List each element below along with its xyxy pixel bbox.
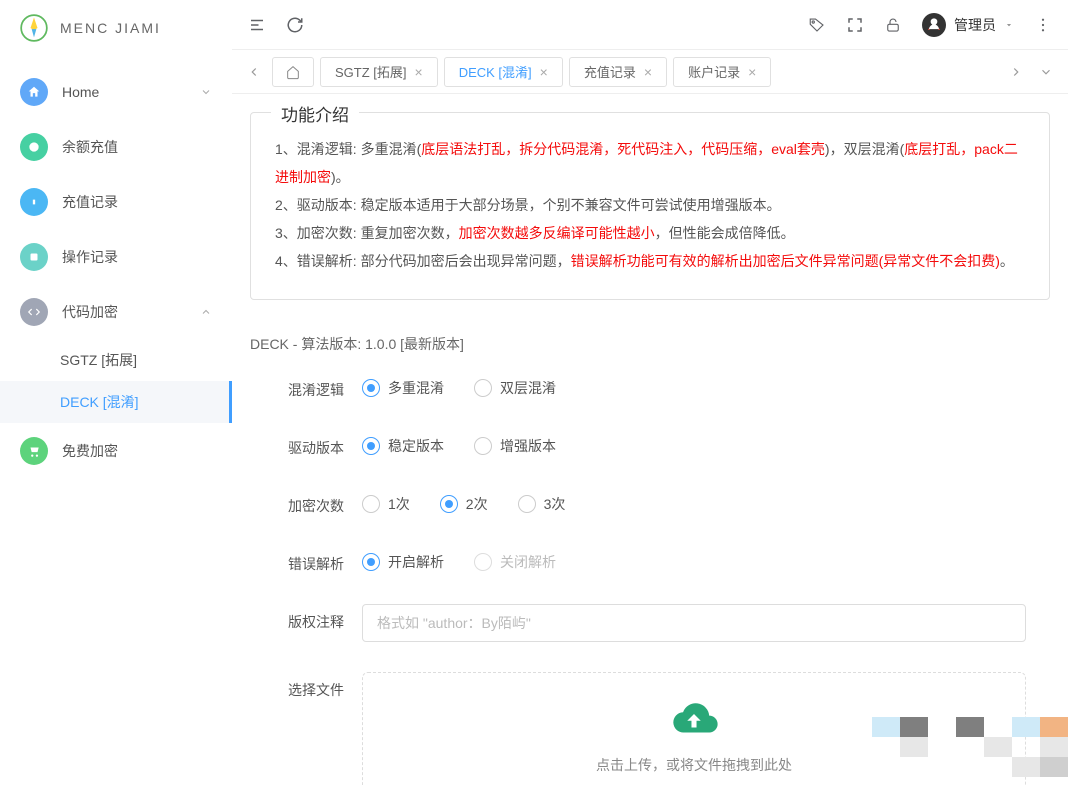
tabs-next[interactable]: [1004, 60, 1028, 84]
content-area: 功能介绍 1、混淆逻辑: 多重混淆(底层语法打乱，拆分代码混淆，死代码注入，代码…: [232, 94, 1068, 785]
intro-line-1: 1、混淆逻辑: 多重混淆(底层语法打乱，拆分代码混淆，死代码注入，代码压缩，ev…: [275, 135, 1025, 191]
close-icon[interactable]: ×: [748, 64, 756, 80]
brand-text: MENC JIAMI: [60, 20, 161, 36]
sidebar-item-home[interactable]: Home: [0, 64, 232, 119]
radio-logic-double[interactable]: 双层混淆: [474, 378, 556, 398]
radio-count-1[interactable]: 1次: [362, 494, 410, 514]
tab-sgtz[interactable]: SGTZ [拓展] ×: [320, 57, 438, 87]
intro-line-2: 2、驱动版本: 稳定版本适用于大部分场景，个别不兼容文件可尝试使用增强版本。: [275, 191, 1025, 219]
radio-driver-stable[interactable]: 稳定版本: [362, 436, 444, 456]
list-icon: [20, 243, 48, 271]
sidebar-item-encrypt[interactable]: 代码加密: [0, 284, 232, 339]
home-icon: [20, 78, 48, 106]
label-copyright: 版权注释: [274, 604, 362, 632]
intro-panel: 功能介绍 1、混淆逻辑: 多重混淆(底层语法打乱，拆分代码混淆，死代码注入，代码…: [250, 112, 1050, 300]
rocket-icon: [20, 14, 48, 42]
pixel-decoration: [872, 717, 1068, 777]
topbar: 管理员: [232, 0, 1068, 50]
tab-home[interactable]: [272, 57, 314, 87]
label-count: 加密次数: [274, 488, 362, 516]
code-icon: [20, 298, 48, 326]
close-icon[interactable]: ×: [415, 64, 423, 80]
username: 管理员: [954, 15, 996, 35]
tabs-collapse[interactable]: [1034, 60, 1058, 84]
sidebar-item-recharge[interactable]: 余额充值: [0, 119, 232, 174]
sidebar-item-recharge-log[interactable]: 充值记录: [0, 174, 232, 229]
fullscreen-icon[interactable]: [846, 16, 864, 34]
radio-error-on[interactable]: 开启解析: [362, 552, 444, 572]
intro-title: 功能介绍: [271, 101, 359, 126]
tag-icon[interactable]: [808, 16, 826, 34]
main-area: 管理员 SGTZ [拓展] × DECK [混淆] × 充值记录 ×: [232, 0, 1068, 785]
tab-deck[interactable]: DECK [混淆] ×: [444, 57, 563, 87]
tabs-prev[interactable]: [242, 60, 266, 84]
radio-count-2[interactable]: 2次: [440, 494, 488, 514]
user-menu[interactable]: 管理员: [922, 13, 1014, 37]
sidebar-item-deck[interactable]: DECK [混淆]: [0, 381, 232, 423]
label-driver: 驱动版本: [274, 430, 362, 458]
label-logic: 混淆逻辑: [274, 372, 362, 400]
close-icon[interactable]: ×: [644, 64, 652, 80]
chevron-down-icon: [1004, 20, 1014, 30]
radio-logic-multi[interactable]: 多重混淆: [362, 378, 444, 398]
collapse-icon[interactable]: [248, 16, 266, 34]
copyright-input[interactable]: [362, 604, 1026, 642]
close-icon[interactable]: ×: [540, 64, 548, 80]
tab-account-log[interactable]: 账户记录 ×: [673, 57, 771, 87]
money-icon: [20, 133, 48, 161]
chevron-down-icon: [200, 86, 212, 98]
link-icon: [20, 188, 48, 216]
radio-driver-enhanced[interactable]: 增强版本: [474, 436, 556, 456]
radio-count-3[interactable]: 3次: [518, 494, 566, 514]
home-icon: [285, 64, 301, 80]
cart-icon: [20, 437, 48, 465]
sidebar: MENC JIAMI Home 余额充值 充值记录 操作记录 代: [0, 0, 232, 785]
tab-bar: SGTZ [拓展] × DECK [混淆] × 充值记录 × 账户记录 ×: [232, 50, 1068, 94]
sidebar-item-sgtz[interactable]: SGTZ [拓展]: [0, 339, 232, 381]
brand-logo: MENC JIAMI: [0, 0, 232, 56]
sidebar-item-free[interactable]: 免费加密: [0, 423, 232, 478]
radio-error-off[interactable]: 关闭解析: [474, 552, 556, 572]
cloud-upload-icon: [667, 697, 721, 741]
label-error: 错误解析: [274, 546, 362, 574]
sidebar-item-op-log[interactable]: 操作记录: [0, 229, 232, 284]
intro-line-3: 3、加密次数: 重复加密次数，加密次数越多反编译可能性越小，但性能会成倍降低。: [275, 219, 1025, 247]
intro-line-4: 4、错误解析: 部分代码加密后会出现异常问题，错误解析功能可有效的解析出加密后文…: [275, 247, 1025, 275]
refresh-icon[interactable]: [286, 16, 304, 34]
more-icon[interactable]: [1034, 16, 1052, 34]
chevron-up-icon: [200, 306, 212, 318]
sidebar-menu: Home 余额充值 充值记录 操作记录 代码加密 SGTZ [拓展]: [0, 56, 232, 785]
avatar-icon: [922, 13, 946, 37]
version-info: DECK - 算法版本: 1.0.0 [最新版本]: [250, 330, 1050, 372]
lock-icon[interactable]: [884, 16, 902, 34]
label-file: 选择文件: [274, 672, 362, 700]
tab-recharge-log[interactable]: 充值记录 ×: [569, 57, 667, 87]
